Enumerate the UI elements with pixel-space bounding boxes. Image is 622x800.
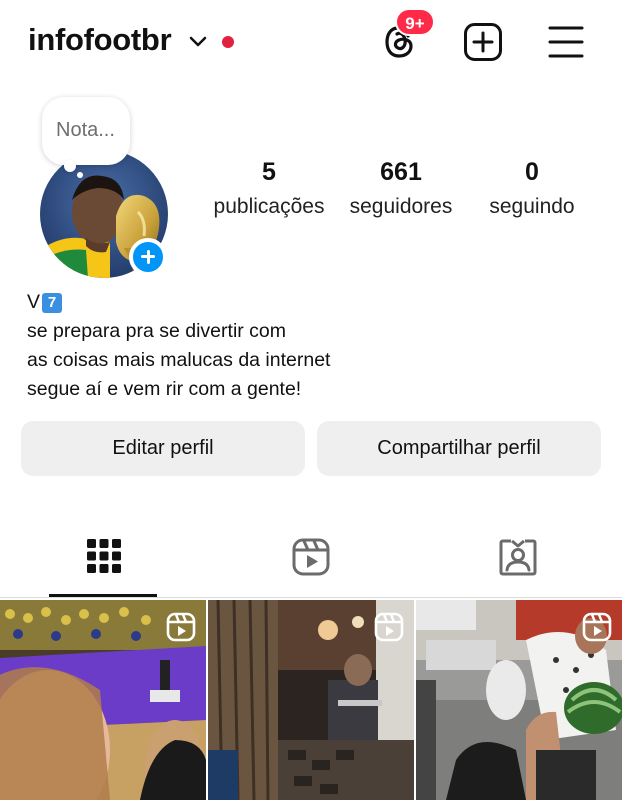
stat-value: 661 [380, 158, 422, 186]
stat-following[interactable]: 0 seguindo [470, 158, 594, 219]
bio-line: segue aí e vem rir com a gente! [27, 378, 302, 400]
reels-icon [292, 538, 329, 576]
stat-followers[interactable]: 661 seguidores [340, 158, 462, 219]
tagged-icon [499, 539, 536, 576]
tab-tagged[interactable] [414, 520, 621, 598]
note-placeholder: Nota... [56, 119, 115, 141]
note-tail-small [77, 172, 83, 178]
stat-label: seguidores [349, 195, 453, 218]
stat-value: 0 [525, 158, 539, 186]
post-thumbnail[interactable] [208, 600, 414, 800]
note-tail [64, 160, 76, 172]
stat-posts[interactable]: 5 publicações [204, 158, 334, 219]
keycap-emoji: 7 [42, 292, 63, 313]
add-story-button[interactable] [129, 238, 167, 276]
edit-profile-button[interactable]: Editar perfil [21, 421, 305, 476]
note-bubble[interactable]: Nota... [42, 97, 130, 165]
chevron-down-icon[interactable] [188, 34, 208, 48]
reel-icon [166, 612, 196, 642]
stat-value: 5 [262, 158, 276, 186]
bio: V 7 se prepara pra se divertir com as co… [27, 288, 330, 404]
post-thumbnail[interactable] [0, 600, 206, 800]
share-profile-button[interactable]: Compartilhar perfil [317, 421, 601, 476]
menu-icon[interactable] [547, 24, 585, 60]
tab-reels[interactable] [207, 520, 414, 598]
profile-name-text: V [27, 291, 41, 313]
profile-tabs [0, 520, 622, 598]
new-post-icon[interactable] [463, 22, 503, 62]
reel-icon [374, 612, 404, 642]
posts-grid [0, 600, 622, 800]
bio-line: se prepara pra se divertir com [27, 320, 287, 342]
stat-label: seguindo [489, 195, 575, 218]
post-thumbnail[interactable] [416, 600, 622, 800]
username[interactable]: infofootbr [28, 22, 172, 58]
divider [0, 597, 622, 598]
grid-icon [86, 539, 121, 573]
account-notification-dot [222, 36, 234, 48]
profile-name: V 7 [27, 288, 330, 317]
notification-badge: 9+ [395, 8, 435, 36]
reel-icon [582, 612, 612, 642]
tab-posts-grid[interactable] [0, 520, 207, 598]
top-bar: infofootbr 9+ [0, 0, 622, 86]
bio-line: as coisas mais malucas da internet [27, 349, 331, 371]
stat-label: publicações [213, 195, 325, 218]
